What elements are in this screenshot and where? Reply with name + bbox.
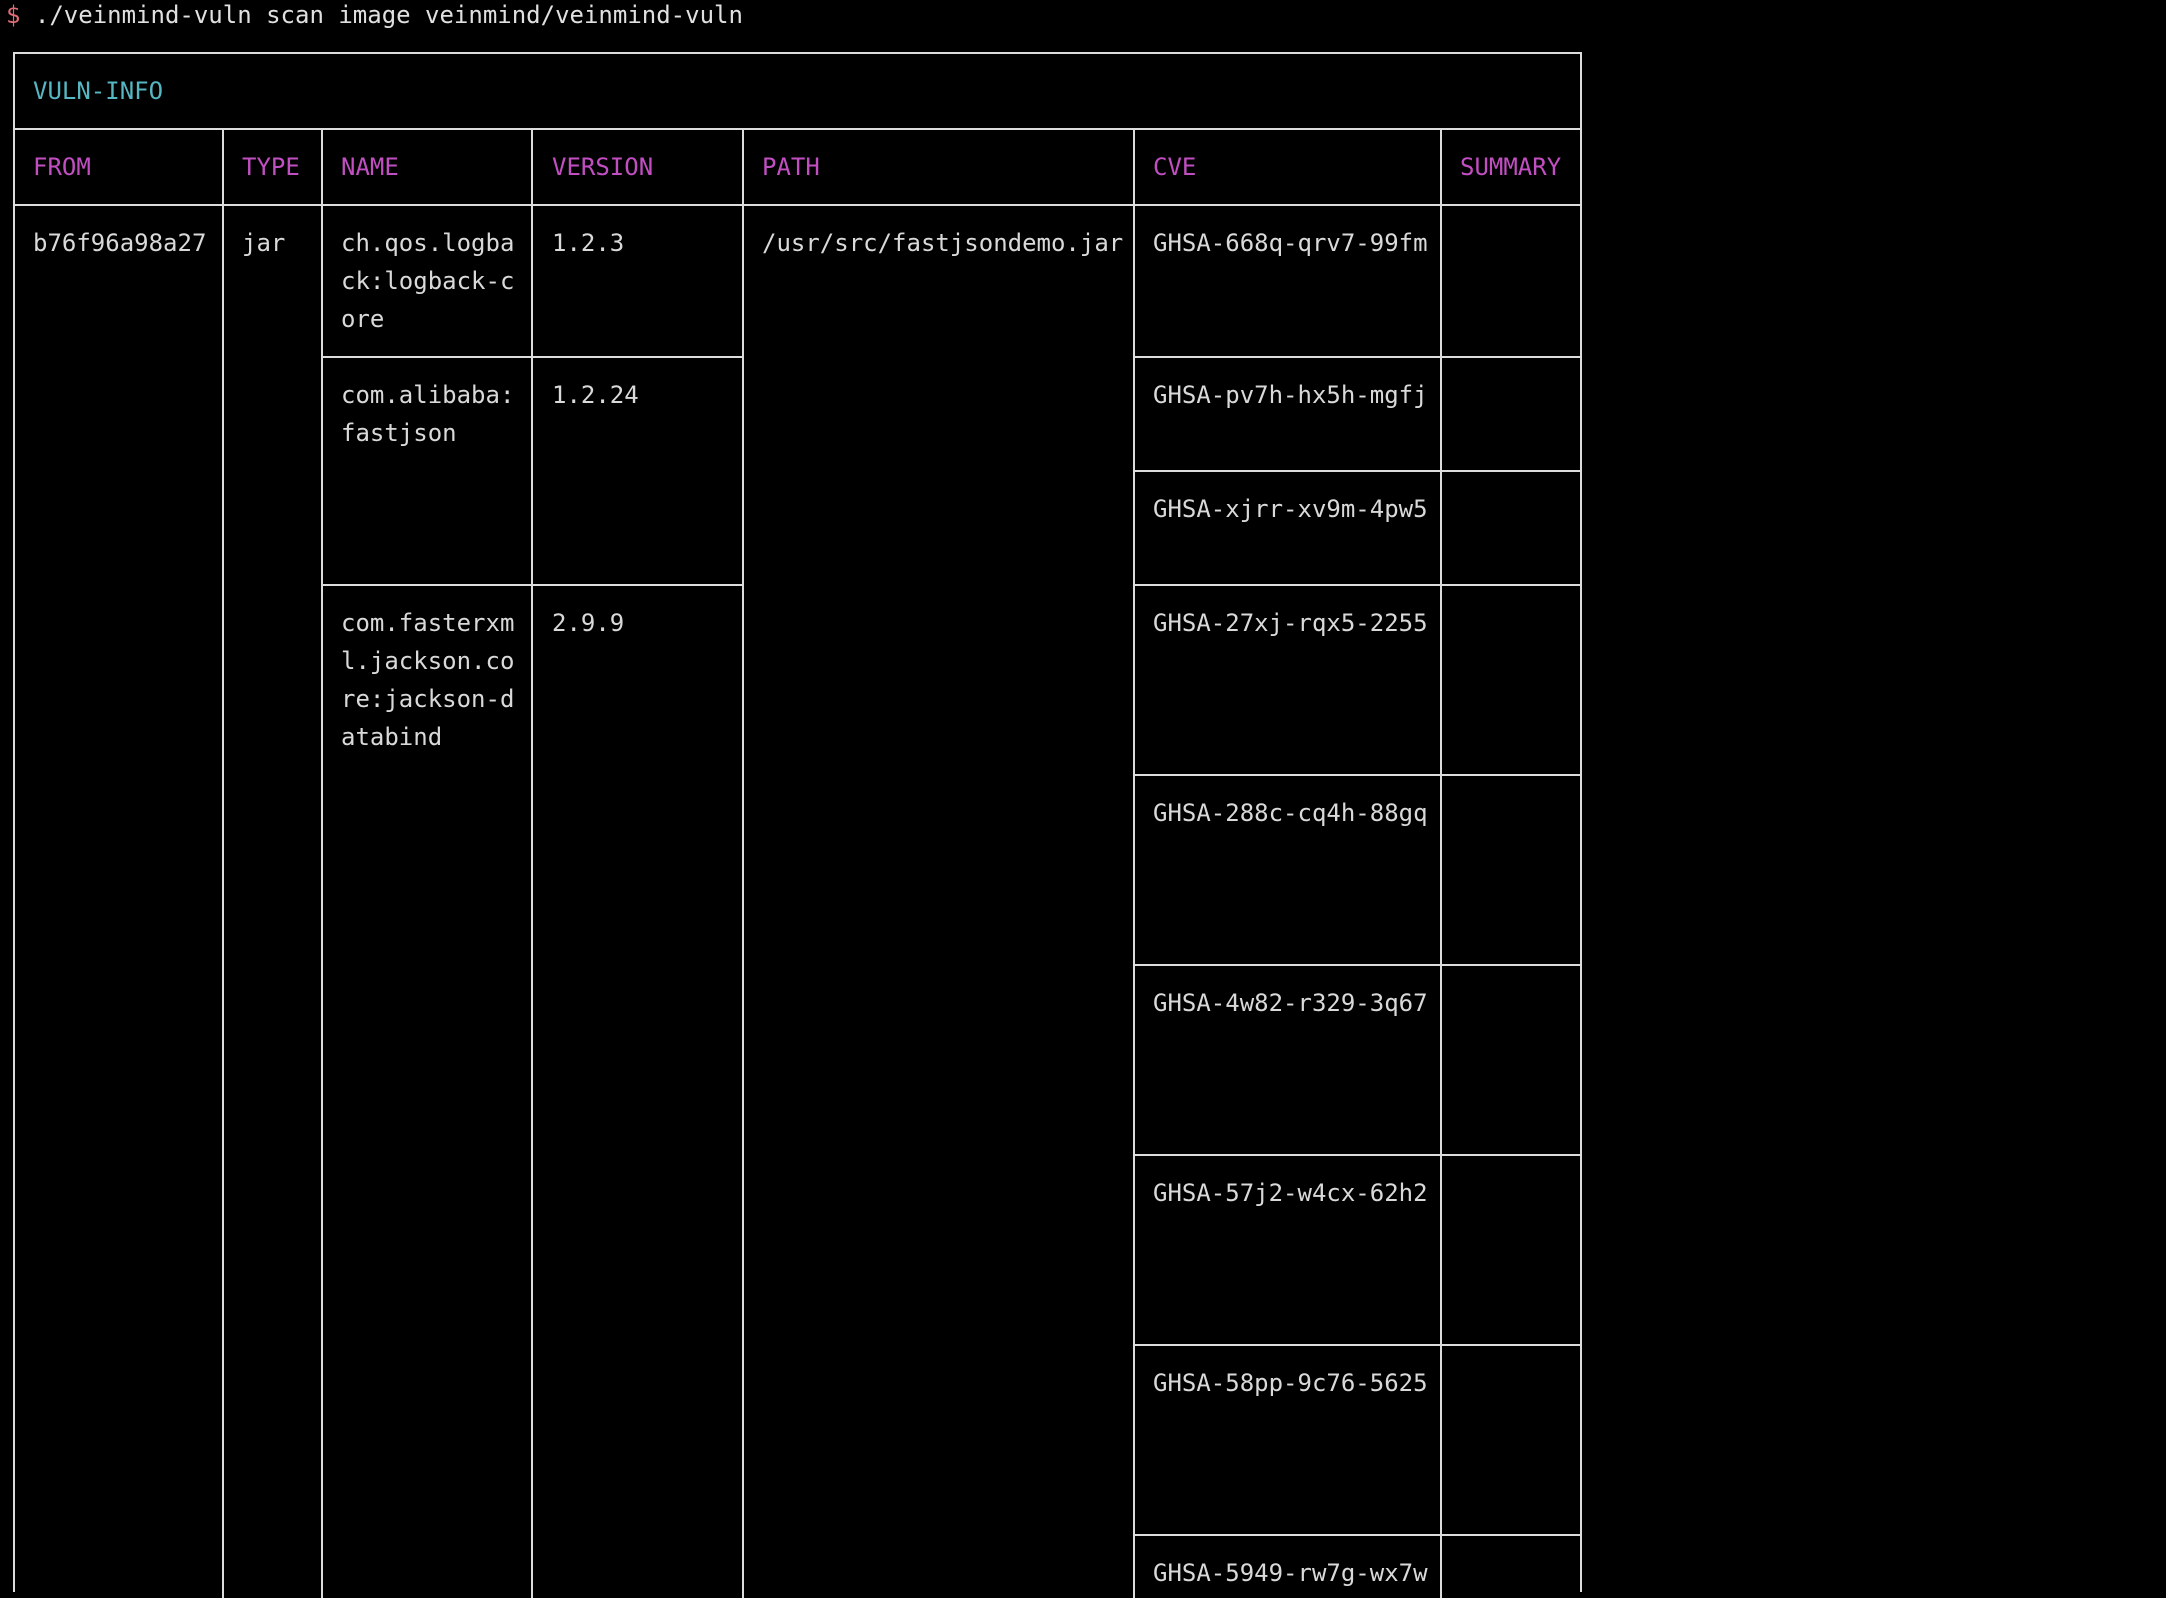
header-from: FROM xyxy=(33,153,91,181)
cve-id: GHSA-57j2-w4cx-62h2 xyxy=(1153,1179,1428,1207)
header-name: NAME xyxy=(341,153,399,181)
header-cve: CVE xyxy=(1153,153,1197,181)
col-divider-from xyxy=(222,128,224,1598)
cve-divider xyxy=(1134,356,1580,358)
type-cell: jar xyxy=(242,229,286,257)
cve-id: GHSA-27xj-rqx5-2255 xyxy=(1153,609,1428,637)
package-divider xyxy=(322,584,743,586)
col-divider-name xyxy=(531,128,533,1598)
cve-divider xyxy=(1134,1534,1580,1536)
col-divider-path xyxy=(1133,128,1135,1598)
header-divider xyxy=(15,204,1580,206)
package-name-line: com.fasterxm xyxy=(341,609,515,637)
header-summary: SUMMARY xyxy=(1460,153,1562,181)
terminal-command-line: $ ./veinmind-vuln scan image veinmind/ve… xyxy=(6,0,743,30)
package-name-line: atabind xyxy=(341,723,443,751)
cve-id: GHSA-668q-qrv7-99fm xyxy=(1153,229,1428,257)
col-divider-type xyxy=(321,128,323,1598)
package-divider xyxy=(322,356,743,358)
title-divider xyxy=(15,128,1580,130)
cve-id: GHSA-288c-cq4h-88gq xyxy=(1153,799,1428,827)
cve-divider xyxy=(1134,774,1580,776)
cve-id: GHSA-4w82-r329-3q67 xyxy=(1153,989,1428,1017)
package-name-line: com.alibaba: xyxy=(341,381,515,409)
cve-divider xyxy=(1134,1154,1580,1156)
package-name-line: l.jackson.co xyxy=(341,647,515,675)
header-version: VERSION xyxy=(552,153,654,181)
cve-id: GHSA-pv7h-hx5h-mgfj xyxy=(1153,381,1428,409)
table-title: VULN-INFO xyxy=(33,77,164,105)
cve-divider xyxy=(1134,1344,1580,1346)
package-name-line: ck:logback-c xyxy=(341,267,515,295)
cve-divider xyxy=(1134,470,1580,472)
package-version: 1.2.3 xyxy=(552,229,625,257)
package-name-line: re:jackson-d xyxy=(341,685,515,713)
col-divider-version xyxy=(742,128,744,1598)
cve-id: GHSA-58pp-9c76-5625 xyxy=(1153,1369,1428,1397)
path-cell: /usr/src/fastjsondemo.jar xyxy=(762,229,1124,257)
from-cell: b76f96a98a27 xyxy=(33,229,207,257)
package-name-line: ch.qos.logba xyxy=(341,229,515,257)
cve-id: GHSA-5949-rw7g-wx7w xyxy=(1153,1559,1428,1587)
col-divider-cve xyxy=(1440,128,1442,1598)
package-name-line: ore xyxy=(341,305,385,333)
cve-divider xyxy=(1134,964,1580,966)
cve-divider xyxy=(1134,584,1580,586)
header-path: PATH xyxy=(762,153,820,181)
vuln-info-table: VULN-INFO FROM TYPE NAME VERSION PATH CV… xyxy=(13,52,1582,1598)
package-name-line: fastjson xyxy=(341,419,457,447)
package-version: 1.2.24 xyxy=(552,381,639,409)
header-type: TYPE xyxy=(242,153,300,181)
package-version: 2.9.9 xyxy=(552,609,625,637)
command-text: ./veinmind-vuln scan image veinmind/vein… xyxy=(34,1,743,29)
prompt-symbol: $ xyxy=(6,1,21,29)
cve-id: GHSA-xjrr-xv9m-4pw5 xyxy=(1153,495,1428,523)
